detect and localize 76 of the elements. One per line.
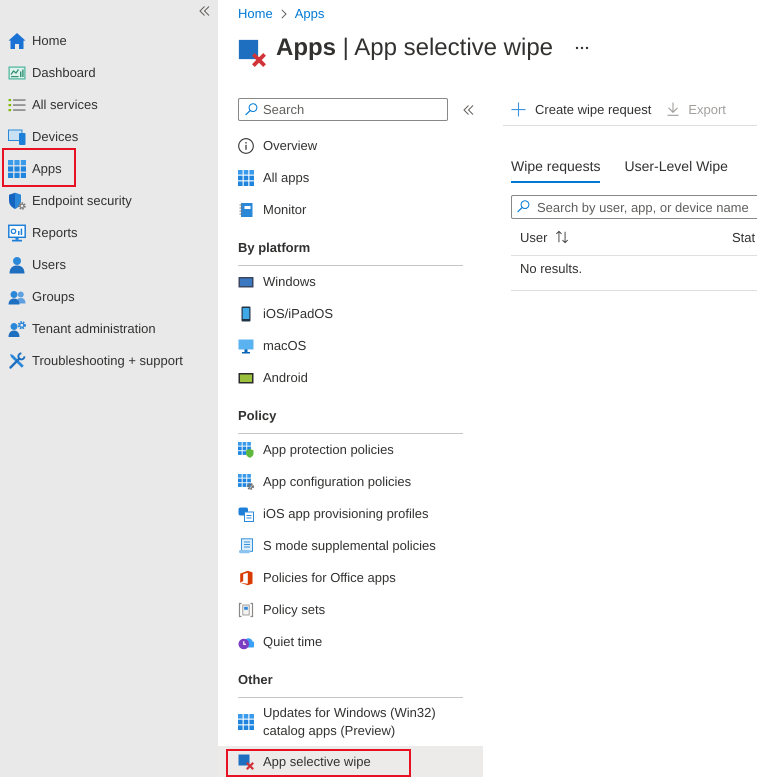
- menu-item[interactable]: Monitor: [218, 194, 483, 226]
- menu-item[interactable]: Policy sets: [218, 594, 483, 626]
- chart-board-icon: [8, 64, 26, 82]
- nav-item[interactable]: Devices: [0, 121, 86, 153]
- monitor-chart-icon: [8, 224, 26, 242]
- download-icon: [667, 102, 680, 116]
- menu-item[interactable]: Android: [218, 362, 483, 394]
- more-icon[interactable]: [575, 46, 590, 50]
- toolbar-button[interactable]: Create wipe request: [503, 93, 660, 125]
- nav-item[interactable]: Users: [0, 249, 74, 281]
- menu-item[interactable]: App protection policies: [218, 434, 483, 466]
- tab[interactable]: Wipe requests: [511, 150, 600, 183]
- menu-item[interactable]: Overview: [218, 130, 483, 162]
- menu-item[interactable]: All apps: [218, 162, 483, 194]
- nav-item[interactable]: Endpoint security: [0, 185, 140, 217]
- nav-item[interactable]: All services: [0, 89, 106, 121]
- menu-item[interactable]: S mode supplemental policies: [218, 530, 483, 562]
- nav-item[interactable]: Dashboard: [0, 57, 104, 89]
- square-cross-icon: [238, 39, 266, 67]
- sort-icon[interactable]: [555, 230, 570, 244]
- plus-icon: [511, 102, 526, 116]
- double-chevron-icon[interactable]: [463, 104, 474, 114]
- nav-item[interactable]: Groups: [0, 281, 83, 313]
- section-heading: By platform: [238, 239, 310, 257]
- menu-item[interactable]: App configuration policies: [218, 466, 483, 498]
- page-title: Apps | App selective wipe: [276, 33, 554, 63]
- nav-item[interactable]: Home: [0, 25, 75, 57]
- nav-item[interactable]: Reports: [0, 217, 86, 249]
- tiles-document-icon: [238, 506, 254, 522]
- nav-item[interactable]: Apps: [0, 153, 70, 185]
- grid-icon: [8, 160, 26, 178]
- display-icon: [238, 274, 254, 290]
- menu-item[interactable]: iOS/iPadOS: [218, 298, 483, 330]
- double-chevron-icon[interactable]: [199, 6, 210, 16]
- menu-item[interactable]: Quiet time: [218, 626, 483, 658]
- breadcrumb-link[interactable]: Apps: [294, 4, 324, 24]
- grid-icon: [238, 170, 254, 186]
- breadcrumb-link[interactable]: Home: [238, 4, 273, 24]
- section-heading: Other: [238, 671, 273, 689]
- person-icon: [8, 256, 26, 274]
- bracket-document-icon: [238, 602, 254, 618]
- section-heading: Policy: [238, 407, 276, 425]
- people-icon: [8, 288, 26, 306]
- scroll-icon: [238, 538, 254, 554]
- empty-message: No results.: [520, 261, 582, 276]
- display-icon: [238, 370, 254, 386]
- search-field[interactable]: Search: [238, 98, 448, 121]
- search-icon: [245, 103, 258, 116]
- home-icon: [8, 32, 26, 50]
- nav-item[interactable]: Troubleshooting + support: [0, 345, 191, 377]
- menu-item[interactable]: iOS app provisioning profiles: [218, 498, 483, 530]
- monitor-phone-icon: [8, 128, 26, 146]
- grid-icon: [238, 714, 254, 730]
- grid-gear-icon: [238, 474, 254, 490]
- person-gear-icon: [8, 320, 26, 338]
- search-icon: [517, 200, 530, 213]
- notebook-icon: [238, 202, 254, 218]
- chevron-icon: [280, 9, 287, 19]
- app-logo-icon: [238, 570, 254, 586]
- menu-item[interactable]: Windows: [218, 266, 483, 298]
- menu-item[interactable]: macOS: [218, 330, 483, 362]
- menu-item[interactable]: App selective wipe: [218, 746, 483, 777]
- list-icon: [8, 96, 26, 114]
- menu-item[interactable]: Updates for Windows (Win32) catalog apps (Preview): [218, 698, 483, 746]
- wrench-screwdriver-icon: [8, 352, 26, 370]
- column-header[interactable]: Stat: [723, 230, 756, 244]
- info-icon: [238, 138, 254, 154]
- nav-item[interactable]: Tenant administration: [0, 313, 164, 345]
- search-field[interactable]: Search by user, app, or device name: [511, 195, 757, 219]
- grid-shield-icon: [238, 442, 254, 458]
- shield-gear-icon: [8, 192, 26, 210]
- menu-item[interactable]: Policies for Office apps: [218, 562, 483, 594]
- monitor-icon: [238, 338, 254, 354]
- column-header[interactable]: User: [511, 230, 723, 244]
- square-cross-icon: [238, 754, 254, 770]
- tab[interactable]: User-Level Wipe: [624, 150, 728, 183]
